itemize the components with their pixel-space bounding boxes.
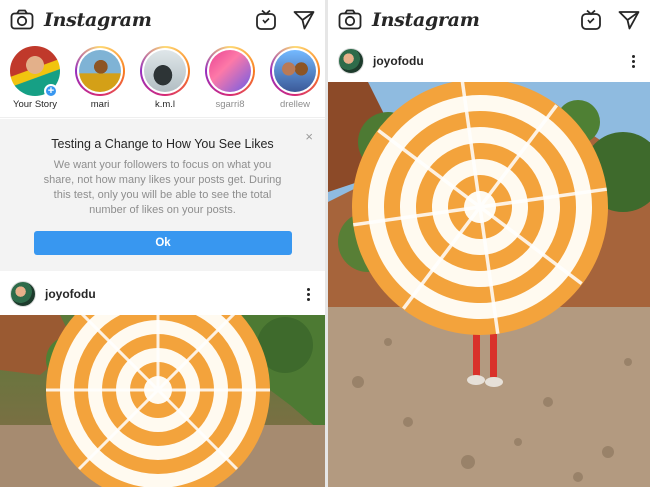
avatar[interactable] <box>10 281 36 307</box>
more-options-icon[interactable] <box>626 54 640 68</box>
umbrella-photo <box>328 82 650 487</box>
umbrella-photo <box>0 315 325 487</box>
story-label: drellew <box>279 99 311 110</box>
story-sgarri8[interactable]: sgarri8 <box>201 46 259 110</box>
avatar <box>274 50 316 92</box>
more-options-icon[interactable] <box>301 287 315 301</box>
app-logo: Instagram <box>372 9 480 31</box>
post-username[interactable]: joyofodu <box>373 54 424 68</box>
story-ring <box>205 46 255 96</box>
story-mari[interactable]: mari <box>71 46 129 110</box>
avatar <box>209 50 251 92</box>
likes-test-notice: × Testing a Change to How You See Likes … <box>0 119 325 271</box>
direct-message-icon[interactable] <box>293 10 315 30</box>
avatar[interactable] <box>338 48 364 74</box>
direct-message-icon[interactable] <box>618 10 640 30</box>
avatar <box>144 50 186 92</box>
post-username[interactable]: joyofodu <box>45 287 96 301</box>
post-image[interactable] <box>0 315 325 487</box>
story-ring-gap <box>142 48 188 94</box>
add-story-icon[interactable]: + <box>44 84 58 98</box>
story-ring <box>75 46 125 96</box>
story-ring <box>270 46 320 96</box>
notice-title: Testing a Change to How You See Likes <box>51 137 274 151</box>
close-icon[interactable]: × <box>305 129 313 144</box>
post-header: joyofodu <box>328 40 650 82</box>
top-bar: Instagram <box>328 0 650 40</box>
camera-icon[interactable] <box>338 9 362 31</box>
story-drellew[interactable]: drellew <box>266 46 324 110</box>
stories-tray: + Your Story mari k.m.l sgarri8 drellew <box>0 40 325 118</box>
top-bar: Instagram <box>0 0 325 40</box>
story-label: mari <box>90 99 110 110</box>
camera-icon[interactable] <box>10 9 34 31</box>
story-ring-gap <box>207 48 253 94</box>
story-ring <box>140 46 190 96</box>
post-header: joyofodu <box>0 273 325 315</box>
igtv-icon[interactable] <box>580 9 602 31</box>
app-logo: Instagram <box>44 9 152 31</box>
notice-body: We want your followers to focus on what … <box>43 159 282 216</box>
left-screen: Instagram + Your Story mari k.m.l sgarri… <box>0 0 325 487</box>
story-label: Your Story <box>12 99 57 110</box>
story-ring-gap <box>272 48 318 94</box>
avatar <box>79 50 121 92</box>
igtv-icon[interactable] <box>255 9 277 31</box>
post-image[interactable] <box>328 82 650 487</box>
right-screen: Instagram joyofodu <box>328 0 650 487</box>
story-your-story[interactable]: + Your Story <box>6 46 64 110</box>
story-kml[interactable]: k.m.l <box>136 46 194 110</box>
ok-button[interactable]: Ok <box>34 231 292 255</box>
story-label: sgarri8 <box>215 99 245 110</box>
story-label: k.m.l <box>154 99 176 110</box>
story-ring-gap <box>77 48 123 94</box>
